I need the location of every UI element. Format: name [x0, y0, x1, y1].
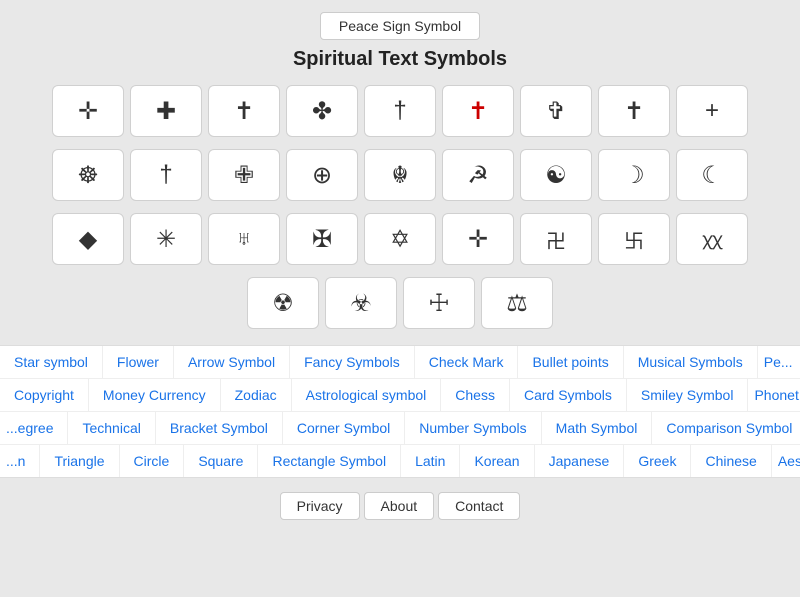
nav-copyright[interactable]: Copyright	[0, 379, 89, 411]
symbol-cell[interactable]: ꭓꭓ	[676, 213, 748, 265]
nav-chinese[interactable]: Chinese	[691, 445, 771, 477]
symbol-cell[interactable]: ☩	[403, 277, 475, 329]
symbol-cell[interactable]: ✛	[442, 213, 514, 265]
nav-row-1: Star symbol Flower Arrow Symbol Fancy Sy…	[0, 346, 800, 379]
nav-korean[interactable]: Korean	[460, 445, 534, 477]
nav-money-currency[interactable]: Money Currency	[89, 379, 221, 411]
symbol-row-4: ☢ ☣ ☩ ⚖	[247, 277, 553, 329]
symbol-cell[interactable]: ✡	[364, 213, 436, 265]
symbol-cell[interactable]: 卐	[598, 213, 670, 265]
symbol-cell[interactable]: ☭	[442, 149, 514, 201]
nav-rectangle-symbol[interactable]: Rectangle Symbol	[258, 445, 401, 477]
nav-math-symbol[interactable]: Math Symbol	[542, 412, 653, 444]
nav-number-symbols[interactable]: Number Symbols	[405, 412, 541, 444]
symbol-cell[interactable]: ✤	[286, 85, 358, 137]
nav-triangle[interactable]: Triangle	[40, 445, 119, 477]
symbol-cell[interactable]: ☽	[598, 149, 670, 201]
nav-fancy-symbols[interactable]: Fancy Symbols	[290, 346, 415, 378]
symbol-cell[interactable]: ☯	[520, 149, 592, 201]
symbol-cell[interactable]: ✚	[130, 85, 202, 137]
symbol-cell[interactable]: ☸	[52, 149, 124, 201]
nav-links-section: Star symbol Flower Arrow Symbol Fancy Sy…	[0, 345, 800, 478]
nav-phonet[interactable]: Phonet...	[748, 379, 800, 411]
nav-card-symbols[interactable]: Card Symbols	[510, 379, 627, 411]
nav-bracket-symbol[interactable]: Bracket Symbol	[156, 412, 283, 444]
privacy-button[interactable]: Privacy	[280, 492, 360, 520]
symbol-cell[interactable]: ✙	[208, 149, 280, 201]
nav-check-mark[interactable]: Check Mark	[415, 346, 519, 378]
nav-n[interactable]: ...n	[0, 445, 40, 477]
nav-row-4: ...n Triangle Circle Square Rectangle Sy…	[0, 445, 800, 477]
symbol-cell[interactable]: ☬	[364, 149, 436, 201]
nav-comparison-symbol[interactable]: Comparison Symbol	[652, 412, 800, 444]
symbol-cell[interactable]: ☾	[676, 149, 748, 201]
symbol-cell[interactable]: †	[130, 149, 202, 201]
symbol-cell[interactable]: ☢	[247, 277, 319, 329]
nav-musical-symbols[interactable]: Musical Symbols	[624, 346, 758, 378]
nav-circle[interactable]: Circle	[120, 445, 185, 477]
symbol-row-1: ✛ ✚ ✝ ✤ † ✝ ✞ ✝ +	[52, 85, 748, 137]
nav-astrological-symbol[interactable]: Astrological symbol	[292, 379, 442, 411]
symbol-cell[interactable]: 卍	[520, 213, 592, 265]
nav-greek[interactable]: Greek	[624, 445, 691, 477]
page-title: Spiritual Text Symbols	[0, 48, 800, 71]
nav-zodiac[interactable]: Zodiac	[221, 379, 292, 411]
contact-button[interactable]: Contact	[438, 492, 520, 520]
nav-technical[interactable]: Technical	[68, 412, 155, 444]
symbol-cell[interactable]: †	[364, 85, 436, 137]
symbol-row-3: ◆ ✳ ♅ ✠ ✡ ✛ 卍 卐 ꭓꭓ	[52, 213, 748, 265]
symbol-cell[interactable]: ✳	[130, 213, 202, 265]
symbol-cell[interactable]: ✝	[208, 85, 280, 137]
peace-sign-button[interactable]: Peace Sign Symbol	[320, 12, 480, 40]
footer: Privacy About Contact	[0, 478, 800, 530]
nav-corner-symbol[interactable]: Corner Symbol	[283, 412, 405, 444]
symbol-cell[interactable]: ⊕	[286, 149, 358, 201]
nav-star-symbol[interactable]: Star symbol	[0, 346, 103, 378]
symbols-container: ✛ ✚ ✝ ✤ † ✝ ✞ ✝ + ☸ † ✙ ⊕ ☬ ☭ ☯ ☽ ☾ ◆ ✳ …	[0, 85, 800, 335]
about-button[interactable]: About	[364, 492, 435, 520]
nav-smiley-symbol[interactable]: Smiley Symbol	[627, 379, 749, 411]
symbol-cell[interactable]: ✝	[442, 85, 514, 137]
nav-flower[interactable]: Flower	[103, 346, 174, 378]
nav-row-2: Copyright Money Currency Zodiac Astrolog…	[0, 379, 800, 412]
nav-chess[interactable]: Chess	[441, 379, 510, 411]
symbol-cell[interactable]: ✞	[520, 85, 592, 137]
nav-arrow-symbol[interactable]: Arrow Symbol	[174, 346, 290, 378]
nav-row-3: ...egree Technical Bracket Symbol Corner…	[0, 412, 800, 445]
nav-japanese[interactable]: Japanese	[535, 445, 625, 477]
symbol-cell[interactable]: ◆	[52, 213, 124, 265]
symbol-cell[interactable]: ♅	[208, 213, 280, 265]
symbol-cell[interactable]: ⚖	[481, 277, 553, 329]
symbol-cell[interactable]: ✠	[286, 213, 358, 265]
nav-square[interactable]: Square	[184, 445, 258, 477]
symbol-cell[interactable]: ☣	[325, 277, 397, 329]
nav-pe[interactable]: Pe...	[758, 346, 800, 378]
nav-aesthet[interactable]: Aesthet...	[772, 445, 800, 477]
nav-degree[interactable]: ...egree	[0, 412, 68, 444]
symbol-cell[interactable]: ✛	[52, 85, 124, 137]
symbol-cell[interactable]: +	[676, 85, 748, 137]
nav-latin[interactable]: Latin	[401, 445, 460, 477]
symbol-cell[interactable]: ✝	[598, 85, 670, 137]
nav-bullet-points[interactable]: Bullet points	[518, 346, 623, 378]
symbol-row-2: ☸ † ✙ ⊕ ☬ ☭ ☯ ☽ ☾	[52, 149, 748, 201]
